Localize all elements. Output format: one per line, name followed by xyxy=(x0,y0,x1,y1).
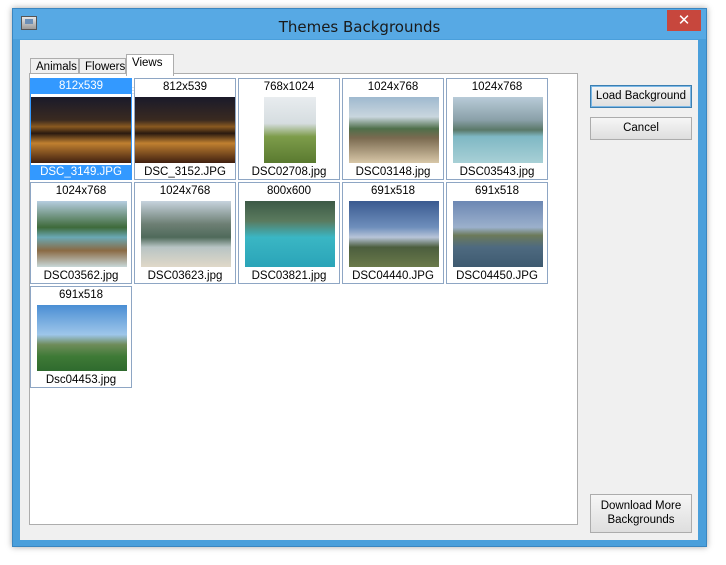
thumbnail-dimensions: 1024x768 xyxy=(55,185,107,197)
thumbnail-dimensions: 812x539 xyxy=(31,79,131,94)
thumbnail-filename: DSC03148.jpg xyxy=(355,166,431,178)
download-more-backgrounds-button[interactable]: Download More Backgrounds xyxy=(590,494,692,533)
dialog-window: Themes Backgrounds ✕ Animals Flowers Vie… xyxy=(12,8,707,547)
thumbnail-dimensions: 1024x768 xyxy=(159,185,211,197)
thumbnail-dimensions: 691x518 xyxy=(58,289,104,301)
thumbnail-item[interactable]: 691x518 Dsc04453.jpg xyxy=(30,286,132,388)
thumbnail-item[interactable]: 1024x768 DSC03148.jpg xyxy=(342,78,444,180)
thumbnail-filename: DSC_3149.JPG xyxy=(31,165,131,180)
thumbnail-image[interactable] xyxy=(264,97,316,163)
close-button[interactable]: ✕ xyxy=(667,10,701,31)
thumbnail-image[interactable] xyxy=(141,201,231,267)
thumbnail-filename: DSC_3152.JPG xyxy=(144,166,226,178)
thumbnail-image[interactable] xyxy=(37,201,127,267)
thumbnail-item[interactable]: 1024x768 DSC03562.jpg xyxy=(30,182,132,284)
thumbnail-image[interactable] xyxy=(349,97,439,163)
thumbnail-item[interactable]: 1024x768 DSC03543.jpg xyxy=(446,78,548,180)
thumbnail-filename: DSC04440.JPG xyxy=(352,270,434,282)
thumbnail-filename: Dsc04453.jpg xyxy=(45,374,117,386)
thumbnail-item[interactable]: 800x600 DSC03821.jpg xyxy=(238,182,340,284)
thumbnail-image[interactable] xyxy=(453,97,543,163)
thumbnail-image[interactable] xyxy=(453,201,543,267)
thumbnail-filename: DSC03623.jpg xyxy=(147,270,223,282)
thumbnail-image[interactable] xyxy=(349,201,439,267)
thumbnail-item[interactable]: 1024x768 DSC03623.jpg xyxy=(134,182,236,284)
cancel-button[interactable]: Cancel xyxy=(590,117,692,140)
thumbnail-dimensions: 1024x768 xyxy=(471,81,523,93)
thumbnail-dimensions: 691x518 xyxy=(474,185,520,197)
load-background-button[interactable]: Load Background xyxy=(590,85,692,108)
thumbnail-image[interactable] xyxy=(31,97,131,163)
tab-views[interactable]: Views xyxy=(126,54,174,76)
thumbnail-item[interactable]: 812x539 DSC_3149.JPG xyxy=(30,78,132,180)
thumbnail-image[interactable] xyxy=(245,201,335,267)
thumbnail-filename: DSC02708.jpg xyxy=(251,166,327,178)
dialog-body: Animals Flowers Views SOFTPEDIA® 812x539… xyxy=(20,40,698,540)
thumbnail-dimensions: 812x539 xyxy=(162,81,208,93)
window-title: Themes Backgrounds xyxy=(278,18,441,36)
thumbnail-item[interactable]: 691x518 DSC04440.JPG xyxy=(342,182,444,284)
thumbnail-filename: DSC03821.jpg xyxy=(251,270,327,282)
thumbnail-dimensions: 800x600 xyxy=(266,185,312,197)
thumbnail-image[interactable] xyxy=(37,305,127,371)
title-bar[interactable]: Themes Backgrounds ✕ xyxy=(13,9,706,39)
thumbnail-filename: DSC03562.jpg xyxy=(43,270,119,282)
thumbnail-item[interactable]: 812x539 DSC_3152.JPG xyxy=(134,78,236,180)
thumbnail-item[interactable]: 691x518 DSC04450.JPG xyxy=(446,182,548,284)
thumbnail-item[interactable]: 768x1024 DSC02708.jpg xyxy=(238,78,340,180)
thumbnail-dimensions: 1024x768 xyxy=(367,81,419,93)
thumbnail-grid: SOFTPEDIA® 812x539DSC_3149.JPG812x539DSC… xyxy=(29,73,578,525)
thumbnail-dimensions: 768x1024 xyxy=(263,81,315,93)
thumbnail-image[interactable] xyxy=(135,97,235,163)
thumbnail-dimensions: 691x518 xyxy=(370,185,416,197)
thumbnail-filename: DSC03543.jpg xyxy=(459,166,535,178)
thumbnail-filename: DSC04450.JPG xyxy=(456,270,538,282)
